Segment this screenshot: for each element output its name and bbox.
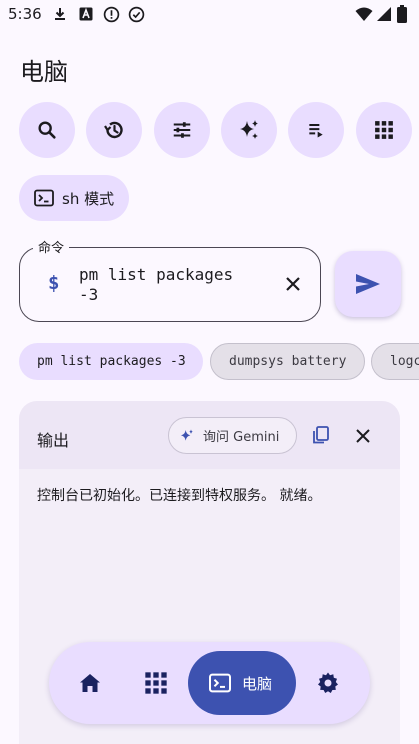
status-bar: 5:36: [0, 0, 419, 30]
search-button[interactable]: [19, 102, 75, 158]
page-title: 电脑: [20, 58, 68, 86]
ask-gemini-label: 询问 Gemini: [203, 430, 280, 445]
alert-icon: [103, 6, 120, 23]
ai-button[interactable]: [221, 102, 277, 158]
bottom-nav: 电脑: [49, 642, 370, 724]
history-chip[interactable]: pm list packages -3: [19, 343, 203, 380]
nav-item-computer[interactable]: 电脑: [188, 651, 296, 715]
output-text: 控制台已初始化。已连接到特权服务。 就绪。: [37, 488, 322, 504]
output-title: 输出: [37, 431, 70, 450]
shell-mode-label: sh 模式: [62, 189, 115, 208]
nav-item-computer-label: 电脑: [242, 674, 273, 693]
command-prompt: $: [48, 272, 60, 294]
close-icon[interactable]: [354, 427, 372, 445]
settings-icon[interactable]: [316, 671, 340, 695]
copy-icon[interactable]: [311, 425, 331, 445]
apps-icon[interactable]: [144, 671, 168, 695]
send-button[interactable]: [335, 251, 401, 317]
output-header: 输出 询问 Gemini: [19, 401, 400, 469]
terminal-icon: [209, 673, 231, 693]
clear-icon[interactable]: [283, 274, 303, 294]
history-chip[interactable]: dumpsys battery: [210, 343, 365, 380]
shell-mode-chip[interactable]: sh 模式: [19, 175, 129, 221]
status-time: 5:36: [8, 5, 42, 23]
sparkle-icon: [240, 120, 258, 139]
search-icon: [38, 121, 56, 139]
playlist-icon: [309, 124, 323, 138]
tune-icon: [173, 122, 191, 138]
grid-icon: [375, 121, 393, 139]
send-icon: [356, 274, 380, 294]
history-icon: [104, 121, 123, 139]
signal-icon: [377, 7, 391, 21]
ask-gemini-button[interactable]: 询问 Gemini: [168, 417, 297, 454]
tune-button[interactable]: [154, 102, 210, 158]
wifi-icon: [355, 7, 373, 21]
command-text[interactable]: pm list packages -3: [79, 265, 259, 305]
sparkle-icon: [181, 428, 193, 441]
grid-button[interactable]: [356, 102, 412, 158]
download-icon: [55, 8, 65, 20]
playlist-button[interactable]: [288, 102, 344, 158]
history-chip[interactable]: logc: [371, 343, 419, 380]
text-a-icon: [79, 7, 93, 21]
home-icon[interactable]: [78, 671, 102, 695]
command-label: 命令: [33, 237, 70, 256]
battery-icon: [397, 5, 407, 23]
history-button[interactable]: [86, 102, 142, 158]
terminal-icon: [34, 189, 54, 207]
check-circle-icon: [128, 6, 145, 23]
